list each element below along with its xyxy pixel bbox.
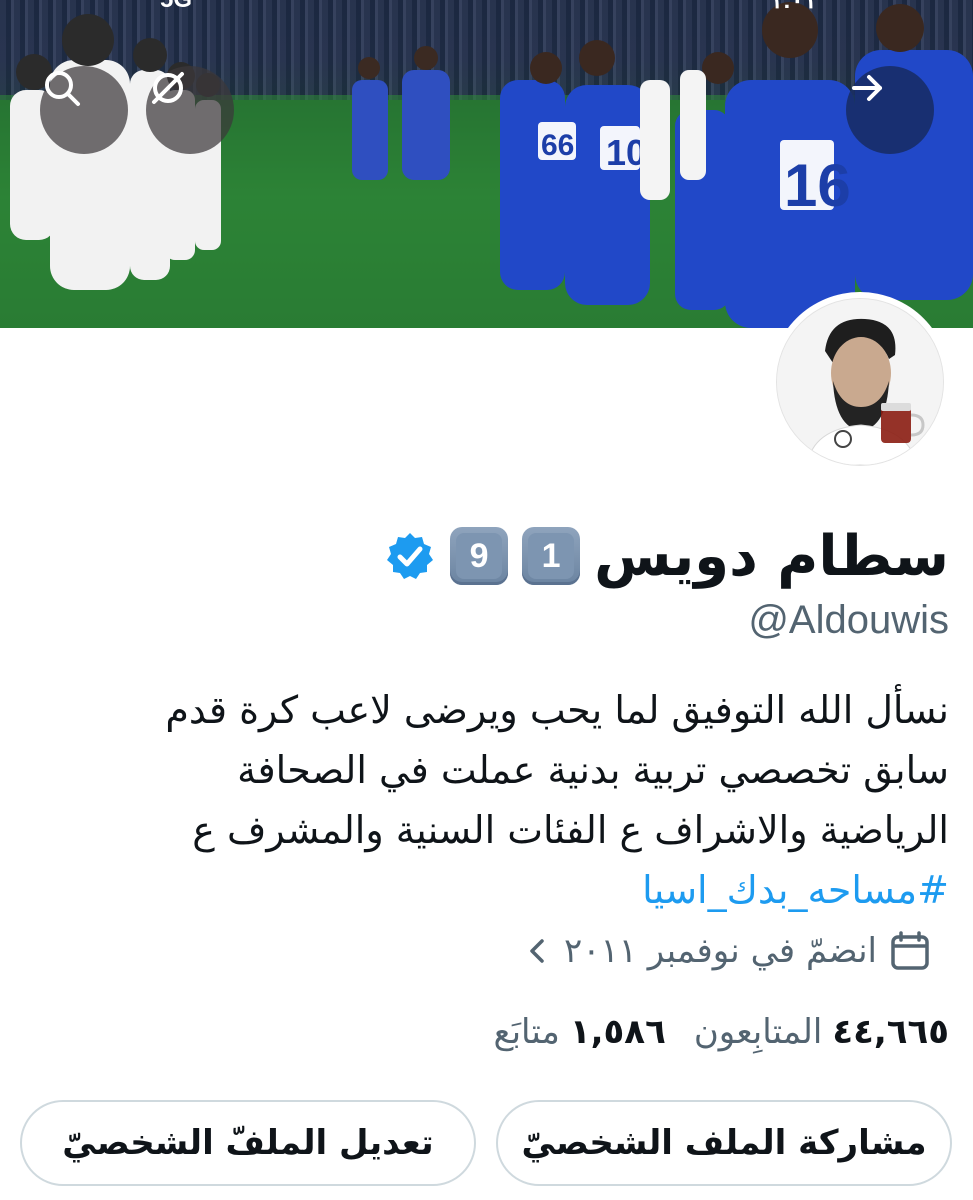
keycap-badge-1: 1 [522,527,581,585]
svg-text:16: 16 [784,152,851,219]
followers-stat[interactable]: ٤٤,٦٦٥ المتابِعون [694,1012,949,1052]
banner-illustration: 66 10 16 [0,2,973,328]
status-time: ١:٠١ [770,0,817,14]
profile-bio: نسأل الله التوفيق لما يحب ويرضى لاعب كرة… [49,680,949,920]
profile-name-row: سطام دويس 1 9 [384,516,949,596]
search-icon [45,71,80,106]
joined-date-label: انضمّ في نوفمبر ٢٠١١ [563,931,877,971]
link-off-button[interactable] [146,66,234,154]
keycap-badge-9-label: 9 [456,533,503,579]
link-off-icon [152,72,184,104]
follow-stats: ١,٥٨٦ متابَع ٤٤,٦٦٥ المتابِعون [494,1012,950,1052]
network-indicator: 5G [160,0,192,14]
calendar-icon [891,931,929,970]
arrow-right-icon [852,75,882,101]
bio-hashtag-link[interactable]: #مساحه_بدك_اسيا [49,860,949,920]
bio-line: سابق تخصصي تربية بدنية عملت في الصحافة [237,748,949,792]
following-count: ١,٥٨٦ [569,1012,666,1052]
verified-badge-icon[interactable] [384,530,436,582]
search-button[interactable] [40,66,128,154]
forward-button[interactable] [846,66,934,154]
svg-text:66: 66 [541,129,574,162]
followers-label: المتابِعون [693,1012,823,1052]
avatar-illustration [777,299,943,465]
keycap-badge-9: 9 [450,527,509,585]
profile-banner[interactable]: 66 10 16 5G ١:٠١ [0,0,973,328]
profile-name: سطام دويس [594,523,949,589]
joined-date-row[interactable]: انضمّ في نوفمبر ٢٠١١ [522,930,931,972]
keycap-badge-1-label: 1 [528,533,575,579]
edit-profile-button[interactable]: تعديل الملفّ الشخصيّ [20,1100,476,1186]
followers-count: ٤٤,٦٦٥ [832,1012,949,1052]
following-label: متابَع [493,1012,560,1052]
bio-line: نسأل الله التوفيق لما يحب ويرضى لاعب كرة… [165,688,949,732]
chevron-left-icon [530,939,544,963]
avatar-image [776,298,944,466]
bio-line: الرياضية والاشراف ع الفئات السنية والمشر… [192,808,949,852]
share-profile-button[interactable]: مشاركة الملف الشخصيّ [496,1100,952,1186]
profile-handle: @Aldouwis [748,598,949,642]
following-stat[interactable]: ١,٥٨٦ متابَع [494,1012,666,1052]
profile-avatar[interactable] [770,292,950,472]
